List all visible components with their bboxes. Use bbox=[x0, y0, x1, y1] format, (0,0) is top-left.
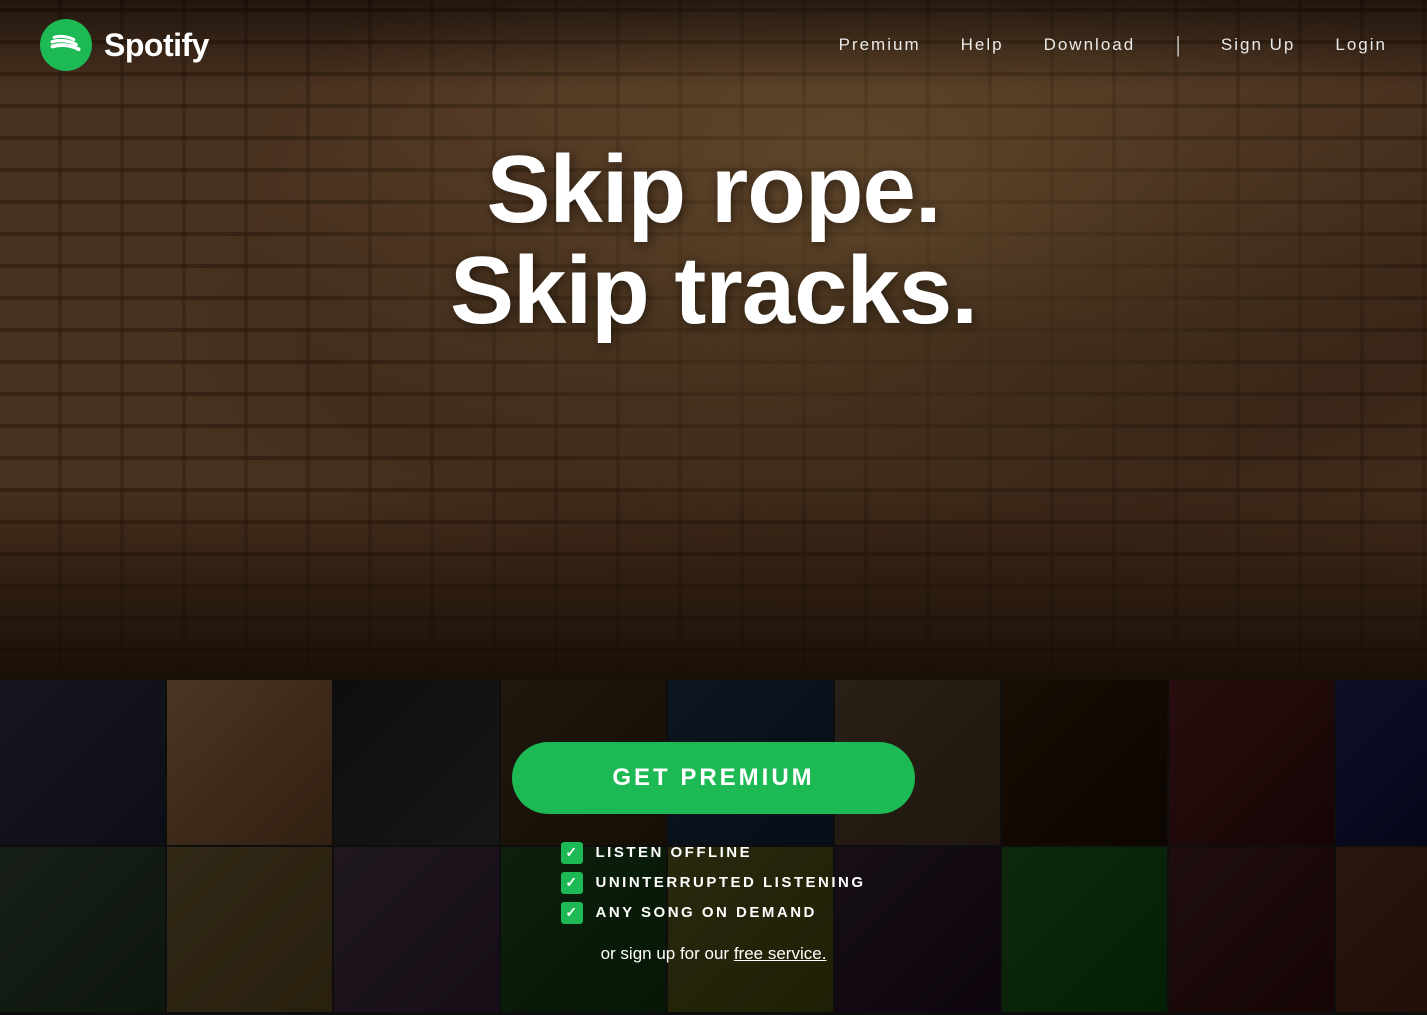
check-icon-uninterrupted bbox=[561, 872, 583, 894]
nav-download[interactable]: Download bbox=[1044, 35, 1136, 55]
feature-on-demand: ANY SONG ON DEMAND bbox=[561, 902, 816, 924]
signup-prefix: or sign up for our bbox=[601, 944, 734, 963]
nav-signup[interactable]: Sign Up bbox=[1221, 35, 1295, 55]
get-premium-button[interactable]: GET PREMIUM bbox=[512, 742, 914, 814]
logo-area[interactable]: Spotify bbox=[40, 19, 209, 71]
feature-offline-label: LISTEN OFFLINE bbox=[595, 844, 752, 861]
feature-uninterrupted: UNINTERRUPTED LISTENING bbox=[561, 872, 865, 894]
check-icon-on-demand bbox=[561, 902, 583, 924]
spotify-logo-icon bbox=[40, 19, 92, 71]
feature-uninterrupted-label: UNINTERRUPTED LISTENING bbox=[595, 874, 865, 891]
navbar: Spotify Premium Help Download | Sign Up … bbox=[0, 0, 1427, 90]
nav-premium[interactable]: Premium bbox=[839, 35, 921, 55]
nav-divider: | bbox=[1175, 32, 1181, 58]
nav-login[interactable]: Login bbox=[1335, 35, 1387, 55]
hero-floor bbox=[0, 480, 1427, 680]
feature-offline: LISTEN OFFLINE bbox=[561, 842, 752, 864]
feature-on-demand-label: ANY SONG ON DEMAND bbox=[595, 904, 816, 921]
signup-free-link[interactable]: free service. bbox=[734, 944, 827, 963]
hero-title: Skip rope. Skip tracks. bbox=[360, 140, 1067, 342]
hero-content: Skip rope. Skip tracks. bbox=[360, 140, 1067, 342]
cta-overlay: GET PREMIUM LISTEN OFFLINE UNINTERRUPTED… bbox=[0, 680, 1427, 1015]
hero-title-line2: Skip tracks. bbox=[450, 237, 977, 344]
nav-help[interactable]: Help bbox=[961, 35, 1004, 55]
bottom-section: GET PREMIUM LISTEN OFFLINE UNINTERRUPTED… bbox=[0, 680, 1427, 1015]
logo-text: Spotify bbox=[104, 27, 209, 64]
features-list: LISTEN OFFLINE UNINTERRUPTED LISTENING A… bbox=[561, 842, 865, 924]
check-icon-offline bbox=[561, 842, 583, 864]
hero-title-line1: Skip rope. bbox=[486, 136, 940, 243]
hero-section: Skip rope. Skip tracks. bbox=[0, 0, 1427, 680]
nav-links: Premium Help Download | Sign Up Login bbox=[839, 32, 1387, 58]
signup-text: or sign up for our free service. bbox=[601, 944, 827, 964]
